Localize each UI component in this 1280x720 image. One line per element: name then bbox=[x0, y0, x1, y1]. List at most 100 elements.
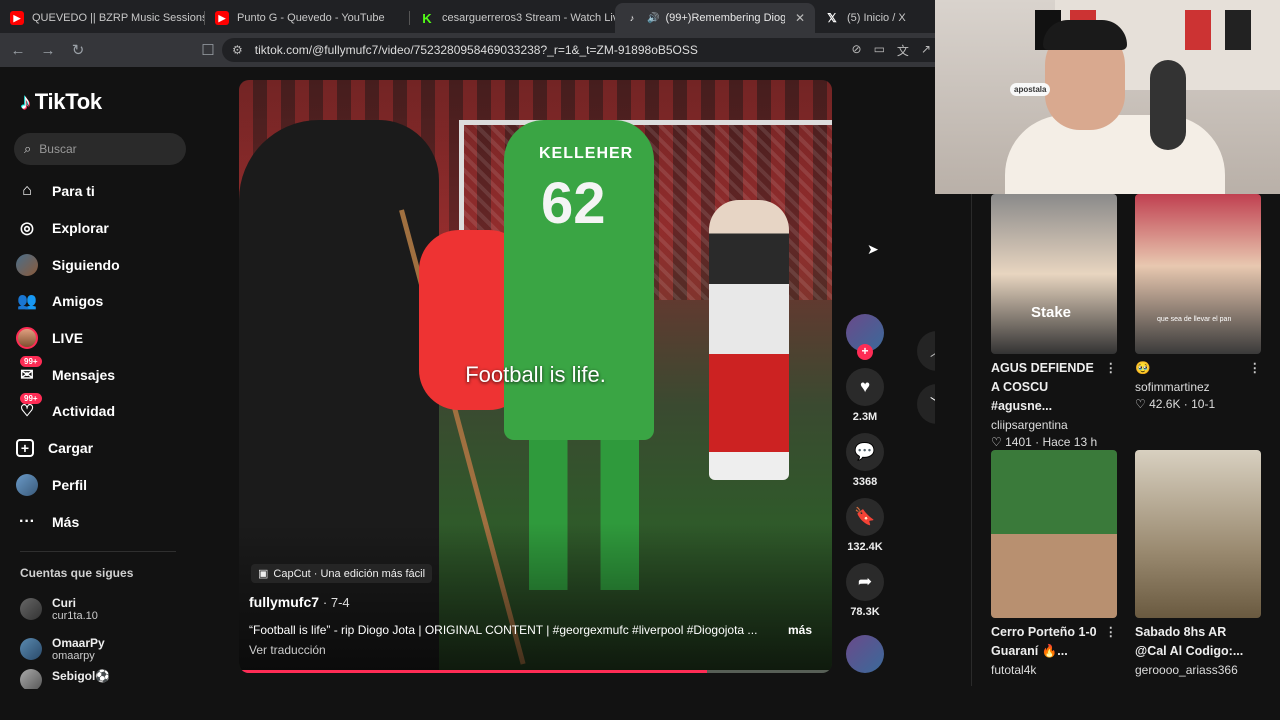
browser-tab-active[interactable]: ♪ 🔊 (99+)Remembering Diogo Jota ✕ bbox=[615, 3, 815, 33]
tiktok-icon: ♪ bbox=[20, 89, 31, 114]
save-count: 132.4K bbox=[847, 541, 883, 553]
save-button[interactable]: 🔖 bbox=[846, 498, 884, 536]
following-item[interactable]: OmaarPy omaarpy bbox=[20, 629, 110, 669]
webcam-jersey bbox=[1185, 10, 1211, 50]
site-info-icon[interactable]: ⚙ bbox=[232, 43, 243, 57]
youtube-icon: ▶ bbox=[10, 11, 24, 25]
url-text: tiktok.com/@fullymufc7/video/75232809584… bbox=[254, 43, 698, 57]
recommended-card[interactable]: que sea de llevar el pan 🥹 ⋮ sofimmartin… bbox=[1135, 194, 1261, 411]
following-avatar-icon bbox=[16, 253, 38, 276]
nav-label: LIVE bbox=[52, 330, 84, 347]
thumb-overlay-text: Stake bbox=[1031, 304, 1072, 321]
card-title-text: 🥹 bbox=[1135, 361, 1151, 375]
card-author[interactable]: cliipsargentina bbox=[991, 418, 1117, 432]
nav-item-siguiendo[interactable]: Siguiendo bbox=[16, 246, 120, 283]
nav-item-perfil[interactable]: Perfil bbox=[16, 467, 120, 504]
browser-tab[interactable]: ▶ Punto G - Quevedo - YouTube bbox=[205, 3, 410, 33]
card-title-text: AGUS DEFIENDE A COSCU #agusne... bbox=[991, 361, 1094, 413]
more-options-icon[interactable]: ⋮ bbox=[1249, 359, 1262, 378]
card-title: 🥹 ⋮ bbox=[1135, 359, 1261, 378]
nav-item-mensajes[interactable]: ✉ 99+ Mensajes bbox=[16, 356, 120, 393]
card-thumbnail[interactable] bbox=[1135, 450, 1261, 618]
video-figure bbox=[709, 200, 789, 480]
nav-item-actividad[interactable]: ♡ 99+ Actividad bbox=[16, 393, 120, 430]
capcut-tag[interactable]: ▣ CapCut · Una edición más fácil bbox=[251, 564, 433, 583]
video-author[interactable]: fullymufc7 bbox=[249, 594, 319, 610]
back-icon[interactable]: ← bbox=[6, 38, 30, 62]
comment-button[interactable]: 💬 bbox=[846, 433, 884, 471]
close-tab-icon[interactable]: ✕ bbox=[795, 11, 805, 25]
nav-item-cargar[interactable]: + Cargar bbox=[16, 430, 120, 467]
share-icon[interactable]: ↗ bbox=[921, 42, 931, 59]
share-button[interactable]: ➦ bbox=[846, 563, 884, 601]
nav-label: Explorar bbox=[52, 220, 109, 237]
nav-label: Para ti bbox=[52, 183, 95, 200]
nav-item-amigos[interactable]: 👥 Amigos bbox=[16, 283, 120, 320]
live-icon bbox=[16, 327, 38, 350]
recommended-card[interactable]: Cerro Porteño 1-0 Guaraní 🔥... ⋮ futotal… bbox=[991, 450, 1117, 677]
like-count: 2.3M bbox=[852, 411, 878, 423]
card-title: AGUS DEFIENDE A COSCU #agusne... ⋮ bbox=[991, 359, 1117, 416]
nav-item-para-ti[interactable]: ⌂ Para ti bbox=[16, 173, 120, 210]
nav-label: Siguiendo bbox=[52, 256, 120, 273]
nav-item-live[interactable]: LIVE bbox=[16, 320, 120, 357]
video-player[interactable]: KELLEHER 62 Football is life. ▣ CapCut ·… bbox=[239, 80, 832, 673]
nav-item-explorar[interactable]: ◎ Explorar bbox=[16, 210, 120, 247]
forward-icon[interactable]: → bbox=[36, 38, 60, 62]
card-thumbnail[interactable]: Stake bbox=[991, 194, 1117, 354]
card-title: Sabado 8hs AR @Cal Al Codigo:... bbox=[1135, 623, 1261, 661]
no-cast-icon[interactable]: ⊘ bbox=[852, 42, 862, 59]
browser-tab[interactable]: K cesarguerreros3 Stream - Watch Live bbox=[410, 3, 615, 33]
browser-tab[interactable]: 𝕏 (5) Inicio / X bbox=[815, 3, 935, 33]
url-field[interactable]: ⚙ tiktok.com/@fullymufc7/video/752328095… bbox=[222, 38, 935, 62]
nav-label: Actividad bbox=[52, 403, 116, 420]
search-icon: ⌕ bbox=[24, 141, 32, 156]
recommended-card[interactable]: Stake AGUS DEFIENDE A COSCU #agusne... ⋮… bbox=[991, 194, 1117, 449]
capcut-icon: ▣ bbox=[258, 568, 269, 580]
card-author[interactable]: futotal4k bbox=[991, 663, 1117, 677]
more-link[interactable]: más bbox=[788, 623, 812, 637]
home-icon: ⌂ bbox=[22, 182, 32, 200]
logo-text: TikTok bbox=[34, 89, 102, 114]
sidebar-divider bbox=[20, 551, 176, 552]
video-author-row[interactable]: fullymufc7 · 7-4 bbox=[249, 594, 350, 610]
more-options-icon[interactable]: ⋮ bbox=[1105, 623, 1118, 642]
webcam-sign: apostala bbox=[1010, 83, 1051, 96]
following-handle: cur1ta.10 bbox=[52, 610, 98, 622]
translate-icon[interactable]: 文 bbox=[897, 42, 909, 59]
reload-icon[interactable]: ↻ bbox=[66, 38, 90, 62]
nav-label: Cargar bbox=[48, 440, 94, 457]
tab-title: cesarguerreros3 Stream - Watch Live bbox=[442, 12, 615, 24]
like-button[interactable]: ♥ bbox=[846, 368, 884, 406]
mouse-cursor-icon: ➤ bbox=[867, 241, 879, 257]
card-author[interactable]: geroooo_ariass366 bbox=[1135, 663, 1261, 677]
install-app-icon[interactable]: ▭ bbox=[874, 42, 885, 59]
following-name: Sebigol⚽ bbox=[52, 669, 111, 683]
follow-plus-icon[interactable]: + bbox=[857, 344, 873, 360]
search-box[interactable]: ⌕ bbox=[14, 133, 186, 165]
music-disc-avatar[interactable] bbox=[846, 635, 884, 673]
translate-link[interactable]: Ver traducción bbox=[249, 643, 326, 657]
card-title-text: Sabado 8hs AR @Cal Al Codigo:... bbox=[1135, 625, 1244, 658]
browser-tab[interactable]: ▶ QUEVEDO || BZRP Music Sessions #5 bbox=[0, 3, 205, 33]
bookmark-icon[interactable]: ☐ bbox=[196, 38, 220, 62]
creator-avatar[interactable]: + bbox=[846, 314, 884, 360]
bookmark-icon: 🔖 bbox=[854, 507, 876, 526]
more-options-icon[interactable]: ⋮ bbox=[1105, 359, 1118, 378]
jersey-name: KELLEHER bbox=[539, 145, 634, 162]
action-column: + ♥ 2.3M 💬 3368 🔖 132.4K ➦ 78.3K bbox=[846, 314, 884, 628]
video-progress[interactable] bbox=[239, 670, 832, 673]
card-thumbnail[interactable] bbox=[991, 450, 1117, 618]
tiktok-icon: ♪ bbox=[629, 13, 635, 23]
tab-title: QUEVEDO || BZRP Music Sessions #5 bbox=[32, 12, 205, 24]
nav-item-mas[interactable]: ··· Más bbox=[16, 503, 120, 540]
following-item[interactable]: Curi cur1ta.10 bbox=[20, 589, 110, 629]
search-input[interactable] bbox=[39, 142, 160, 156]
following-item[interactable]: Sebigol⚽ bbox=[20, 669, 110, 689]
tiktok-logo[interactable]: ♪ TikTok bbox=[20, 89, 102, 115]
recommended-card[interactable]: Sabado 8hs AR @Cal Al Codigo:... geroooo… bbox=[1135, 450, 1261, 677]
x-icon: 𝕏 bbox=[827, 11, 837, 25]
card-thumbnail[interactable]: que sea de llevar el pan bbox=[1135, 194, 1261, 354]
nav-label: Amigos bbox=[52, 293, 104, 310]
card-author[interactable]: sofimmartinez bbox=[1135, 380, 1261, 394]
